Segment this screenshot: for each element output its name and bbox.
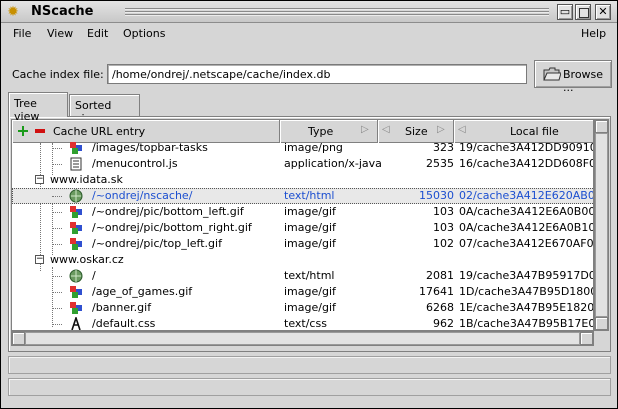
column-file-label: Local file xyxy=(510,125,559,138)
horizontal-scroll-thumb[interactable] xyxy=(25,332,580,345)
row-size: 962 xyxy=(433,317,454,330)
table-row[interactable]: /~ondrej/nscache/ text/html 15030 02/cac… xyxy=(12,188,593,204)
table-row-host[interactable]: − www.idata.sk xyxy=(12,172,593,188)
collapse-all-icon[interactable] xyxy=(35,126,45,136)
table-row-host[interactable]: − www.oskar.cz xyxy=(12,252,593,268)
row-entry: www.idata.sk xyxy=(50,173,123,186)
tab-sorted-view[interactable]: Sorted view xyxy=(69,94,140,125)
menu-help[interactable]: Help xyxy=(581,27,606,40)
row-type: image/png xyxy=(284,141,343,154)
row-size: 6268 xyxy=(426,301,454,314)
menu-options[interactable]: Options xyxy=(123,27,165,40)
cache-index-input[interactable] xyxy=(107,64,527,84)
row-size: 102 xyxy=(433,237,454,250)
row-entry: /banner.gif xyxy=(92,301,152,314)
title-bar-grip xyxy=(125,8,549,16)
menu-view[interactable]: View xyxy=(47,27,73,40)
status-bar xyxy=(8,356,611,374)
row-size: 103 xyxy=(433,205,454,218)
row-entry: /~ondrej/pic/bottom_right.gif xyxy=(92,221,252,234)
row-type: image/gif xyxy=(284,237,336,250)
row-file: 16/cache3A412DD608F031 xyxy=(459,157,593,170)
title-bar[interactable]: ✹ NScache ▭ ✕ xyxy=(1,1,617,23)
row-size: 17641 xyxy=(419,285,454,298)
menu-bar: File View Edit Options Help xyxy=(1,24,617,44)
sort-left-icon[interactable]: ◁ xyxy=(382,124,390,135)
row-size: 103 xyxy=(433,221,454,234)
cache-table: Cache URL entry Type ▷ ◁ Size ▷ ◁ Local … xyxy=(11,119,594,331)
app-window: ✹ NScache ▭ ✕ File View Edit Options Hel… xyxy=(0,0,618,409)
maximize-button[interactable] xyxy=(575,4,591,20)
row-type: image/gif xyxy=(284,221,336,234)
table-row[interactable]: /~ondrej/pic/bottom_left.gif image/gif 1… xyxy=(12,204,593,220)
row-type: image/gif xyxy=(284,301,336,314)
expand-all-icon[interactable] xyxy=(18,126,28,136)
table-row[interactable]: /age_of_games.gif image/gif 17641 1D/cac… xyxy=(12,284,593,300)
table-row[interactable]: /menucontrol.js application/x-java 2535 … xyxy=(12,156,593,172)
row-entry: / xyxy=(92,269,96,282)
row-entry: /~ondrej/pic/top_left.gif xyxy=(92,237,222,250)
row-entry: /images/topbar-tasks xyxy=(92,141,208,154)
row-file: 1B/cache3A47B95B17E032 xyxy=(459,317,593,330)
row-entry: /default.css xyxy=(92,317,156,330)
table-row[interactable]: /default.css text/css 962 1B/cache3A47B9… xyxy=(12,316,593,330)
table-row[interactable]: / text/html 2081 19/cache3A47B95917D032 xyxy=(12,268,593,284)
row-file: 07/cache3A412E670AF031 xyxy=(459,237,593,250)
row-entry: www.oskar.cz xyxy=(50,253,124,266)
row-entry: /age_of_games.gif xyxy=(92,285,193,298)
row-entry: /~ondrej/nscache/ xyxy=(92,189,193,202)
row-file: 19/cache3A412DD9091031 xyxy=(459,141,593,154)
row-size: 2081 xyxy=(426,269,454,282)
row-file: 0A/cache3A412E6A0B0031 xyxy=(459,205,593,218)
row-file: 1E/cache3A47B95E182032 xyxy=(459,301,593,314)
browse-label: Browse ... xyxy=(563,68,604,94)
close-button[interactable]: ✕ xyxy=(595,4,611,20)
row-file: 0A/cache3A412E6A0B1031 xyxy=(459,221,593,234)
sort-right-icon[interactable]: ▷ xyxy=(437,124,445,135)
app-icon[interactable]: ✹ xyxy=(5,4,21,20)
vertical-scrollbar[interactable] xyxy=(594,119,609,331)
table-row[interactable]: /images/topbar-tasks image/png 323 19/ca… xyxy=(12,140,593,156)
row-type: image/gif xyxy=(284,285,336,298)
row-size: 2535 xyxy=(426,157,454,170)
cache-index-label: Cache index file: xyxy=(12,68,104,81)
table-row[interactable]: /~ondrej/pic/bottom_right.gif image/gif … xyxy=(12,220,593,236)
browse-button[interactable]: Browse ... xyxy=(534,60,612,94)
row-entry: /menucontrol.js xyxy=(92,157,178,170)
row-file: 1D/cache3A47B95D18003 xyxy=(459,285,593,298)
scroll-right-button[interactable] xyxy=(580,332,593,345)
row-type: text/css xyxy=(284,317,327,330)
menu-file[interactable]: File xyxy=(13,27,31,40)
column-type-label: Type xyxy=(308,125,334,138)
vertical-scroll-thumb[interactable] xyxy=(595,133,608,317)
sort-left-icon[interactable]: ◁ xyxy=(458,124,466,135)
scroll-up-button[interactable] xyxy=(595,120,608,133)
horizontal-scrollbar[interactable] xyxy=(11,331,594,346)
row-file: 02/cache3A412E620AB031 xyxy=(459,189,593,202)
column-size-label: Size xyxy=(405,125,428,138)
row-file: 19/cache3A47B95917D032 xyxy=(459,269,593,282)
window-title: NScache xyxy=(31,4,94,19)
row-size: 15030 xyxy=(419,189,454,202)
row-entry: /~ondrej/pic/bottom_left.gif xyxy=(92,205,244,218)
row-type: text/html xyxy=(284,269,335,282)
row-type: application/x-java xyxy=(284,157,382,170)
menu-edit[interactable]: Edit xyxy=(87,27,108,40)
row-type: text/html xyxy=(284,189,335,202)
status-bar-secondary xyxy=(8,378,611,396)
scroll-left-button[interactable] xyxy=(12,332,25,345)
row-type: image/gif xyxy=(284,205,336,218)
table-row[interactable]: /banner.gif image/gif 6268 1E/cache3A47B… xyxy=(12,300,593,316)
tab-tree-view[interactable]: Tree view xyxy=(8,92,68,123)
row-size: 323 xyxy=(433,141,454,154)
scroll-down-button[interactable] xyxy=(595,317,608,330)
folder-icon xyxy=(543,67,561,81)
column-entry-label: Cache URL entry xyxy=(53,125,146,138)
sort-right-icon[interactable]: ▷ xyxy=(361,124,369,135)
shade-button[interactable]: ▭ xyxy=(557,4,573,20)
table-row[interactable]: /~ondrej/pic/top_left.gif image/gif 102 … xyxy=(12,236,593,252)
